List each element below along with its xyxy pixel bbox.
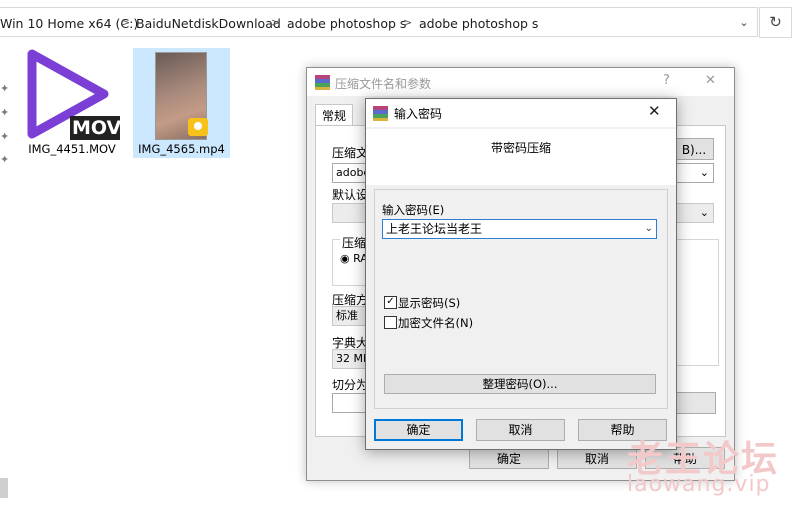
mov-badge: MOV — [72, 117, 122, 139]
pin-icon: ✦ — [0, 153, 10, 166]
show-password-label[interactable]: 显示密码(S) — [398, 295, 460, 311]
password-dialog: 输入密码 ✕ 带密码压缩 输入密码(E) 上老王论坛当老王 ⌄ ✓ 显示密码(S… — [365, 98, 677, 450]
address-bar-area: Win 10 Home x64 (C:) > BaiduNetdiskDownl… — [0, 0, 800, 44]
file-name: IMG_4451.MOV — [28, 142, 116, 156]
ok-button[interactable]: 确定 — [374, 419, 463, 441]
encrypt-filenames-label[interactable]: 加密文件名(N) — [398, 315, 473, 331]
dialog-header: 带密码压缩 — [366, 129, 676, 185]
breadcrumb-drive[interactable]: Win 10 Home x64 (C:) — [0, 16, 138, 31]
nav-pane-scrollbar[interactable] — [0, 478, 8, 498]
winrar-icon — [373, 106, 388, 121]
player-badge-icon — [188, 118, 208, 136]
chevron-down-icon[interactable]: ⌄ — [735, 14, 753, 32]
archive-name-dropdown[interactable]: ⌄ — [674, 163, 714, 183]
breadcrumb-folder-adobe-1[interactable]: adobe photoshop s — [287, 16, 406, 31]
chevron-down-icon: ⌄ — [699, 166, 709, 179]
password-input[interactable]: 上老王论坛当老王 ⌄ — [382, 219, 657, 239]
breadcrumb-folder-adobe-2[interactable]: adobe photoshop s — [419, 16, 538, 31]
default-settings-label: 默认设 — [332, 188, 369, 202]
title-bar: 输入密码 ✕ — [366, 99, 676, 127]
refresh-button[interactable]: ↻ — [759, 7, 792, 38]
password-label: 输入密码(E) — [382, 203, 445, 217]
address-bar[interactable]: Win 10 Home x64 (C:) > BaiduNetdiskDownl… — [0, 7, 758, 37]
ok-button[interactable]: 确定 — [469, 447, 549, 469]
pin-icon: ✦ — [0, 130, 10, 143]
close-icon[interactable]: ✕ — [648, 102, 661, 120]
options-group — [674, 239, 719, 366]
file-item-mov[interactable]: MOV IMG_4451.MOV — [20, 48, 124, 158]
tab-general[interactable]: 常规 — [315, 104, 354, 127]
show-password-checkbox[interactable]: ✓ — [384, 296, 397, 309]
update-mode-dropdown[interactable]: ⌄ — [674, 203, 714, 223]
chevron-down-icon: ⌄ — [699, 206, 709, 219]
breadcrumb-separator[interactable]: > — [271, 16, 280, 29]
header-text: 带密码压缩 — [490, 141, 551, 155]
browse-button[interactable]: B)... — [674, 138, 714, 160]
breadcrumb-separator[interactable]: > — [403, 16, 412, 29]
password-value: 上老王论坛当老王 — [386, 222, 483, 236]
cancel-button[interactable]: 取消 — [557, 447, 637, 469]
refresh-icon: ↻ — [769, 13, 782, 31]
encrypt-filenames-checkbox[interactable] — [384, 316, 397, 329]
set-password-button[interactable] — [674, 392, 716, 414]
file-item-mp4[interactable]: IMG_4565.mp4 — [133, 48, 230, 158]
pin-icon: ✦ — [0, 106, 10, 119]
radio-rar[interactable]: ◉ RA — [340, 252, 368, 265]
breadcrumb-separator[interactable]: > — [121, 16, 130, 29]
format-group-label: 压缩 — [340, 234, 369, 251]
archive-name-label: 压缩文 — [332, 146, 369, 160]
close-icon[interactable]: ✕ — [705, 73, 716, 88]
cancel-button[interactable]: 取消 — [476, 419, 565, 441]
watermark-url: laowang.vip — [627, 472, 771, 497]
split-label: 切分为 — [332, 378, 369, 392]
pin-icon: ✦ — [0, 82, 10, 95]
winrar-icon — [315, 75, 330, 90]
breadcrumb-folder-baidu[interactable]: BaiduNetdiskDownload — [136, 16, 281, 31]
dialog-title: 压缩文件名和参数 — [335, 77, 432, 91]
chevron-down-icon[interactable]: ⌄ — [645, 220, 653, 238]
dialog-title: 输入密码 — [394, 107, 443, 121]
title-bar: 压缩文件名和参数 ? ✕ — [307, 68, 734, 96]
file-name: IMG_4565.mp4 — [138, 142, 225, 156]
organize-passwords-button[interactable]: 整理密码(O)... — [384, 374, 656, 394]
help-icon[interactable]: ? — [663, 73, 670, 88]
